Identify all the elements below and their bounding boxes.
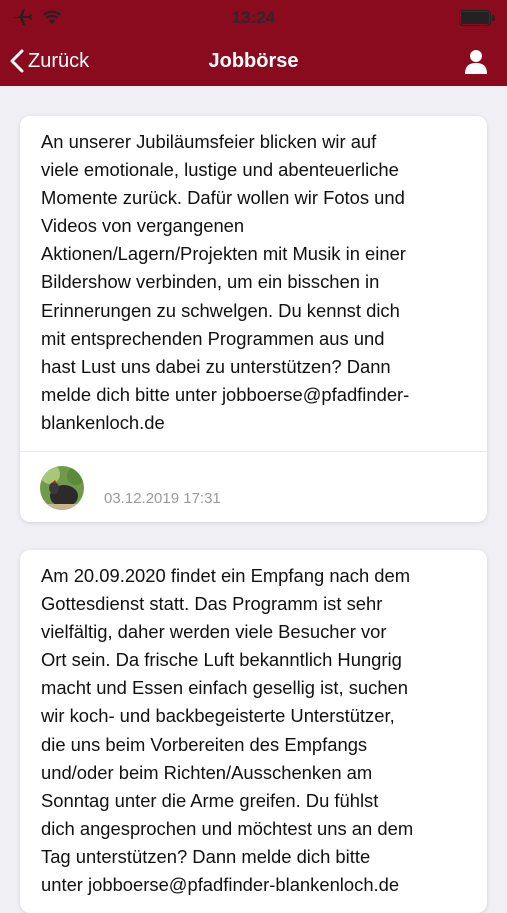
job-feed[interactable]: An unserer Jubiläumsfeier blicken wir au… <box>0 86 507 913</box>
job-post-text: Am 20.09.2020 findet ein Empfang nach de… <box>41 565 414 896</box>
avatar[interactable] <box>40 466 84 511</box>
job-post-card[interactable]: An unserer Jubiläumsfeier blicken wir au… <box>20 116 487 523</box>
battery-icon <box>459 10 495 26</box>
user-profile-icon[interactable] <box>463 48 489 74</box>
page-title: Jobbörse <box>208 50 299 72</box>
job-post-footer: 03.12.2019 17:31 <box>20 451 487 522</box>
author-avatar-image <box>40 466 84 511</box>
status-time: 13:24 <box>231 8 276 27</box>
status-bar: 13:24 <box>0 0 507 36</box>
post-date: 03.12.2019 17:31 <box>104 490 221 508</box>
job-post-text: An unserer Jubiläumsfeier blicken wir au… <box>41 131 410 433</box>
job-post-card[interactable]: Am 20.09.2020 findet ein Empfang nach de… <box>20 550 487 913</box>
navigation-bar: Zurück Jobbörse <box>0 36 507 86</box>
